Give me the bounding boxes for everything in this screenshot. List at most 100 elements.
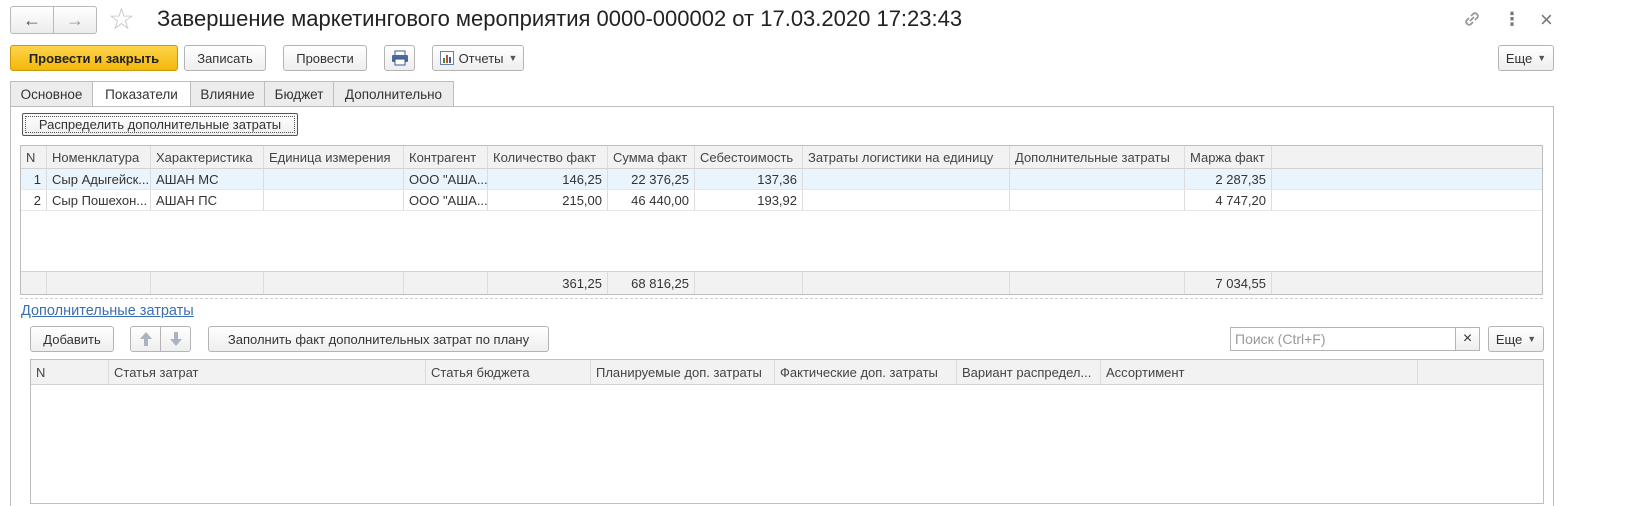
tab-label: Показатели [105,86,178,102]
row-number: 1 [21,169,47,189]
column-header[interactable]: Статья затрат [109,360,426,384]
arrow-up-icon [139,332,152,346]
column-header[interactable]: Планируемые доп. затраты [591,360,775,384]
total-cell [21,272,47,294]
counterparty-cell: ООО "АША... [404,169,488,189]
tab-main[interactable]: Основное [10,81,93,107]
quantity-cell: 146,25 [488,169,608,189]
indicators-table[interactable]: N Номенклатура Характеристика Единица из… [20,145,1543,295]
reports-button[interactable]: Отчеты ▼ [432,45,524,71]
column-header[interactable]: Характеристика [151,146,264,168]
post-and-close-button[interactable]: Провести и закрыть [10,45,178,71]
arrow-down-icon [169,332,182,346]
totals-row: 361,25 68 816,25 7 034,55 [21,271,1542,294]
more-actions-icon[interactable]: ⋮ [1503,9,1521,30]
section-divider [20,298,1543,299]
column-header[interactable]: Вариант распредел... [957,360,1101,384]
cost-cell: 193,92 [695,190,803,210]
counterparty-cell: ООО "АША... [404,190,488,210]
characteristic-cell: АШАН МС [151,169,264,189]
move-up-button[interactable] [130,326,161,352]
tab-influence[interactable]: Влияние [190,81,265,107]
logistics-cell [803,169,1010,189]
fill-fact-by-plan-label: Заполнить факт дополнительных затрат по … [227,331,530,347]
nomenclature-cell: Сыр Адыгейск... [47,169,151,189]
column-header[interactable]: Себестоимость [695,146,803,168]
tab-label: Влияние [200,86,255,102]
distribute-extra-costs-button[interactable]: Распределить дополнительные затраты [22,113,298,136]
column-header[interactable]: N [21,146,47,168]
more-button[interactable]: Еще ▼ [1498,45,1554,71]
column-header[interactable]: Сумма факт [608,146,695,168]
tab-additional[interactable]: Дополнительно [333,81,454,107]
more-label: Еще [1505,50,1533,66]
characteristic-cell: АШАН ПС [151,190,264,210]
fill-fact-by-plan-button[interactable]: Заполнить факт дополнительных затрат по … [208,326,549,352]
back-button[interactable]: ← [10,6,54,34]
link-icon[interactable] [1461,8,1483,35]
row-number: 2 [21,190,47,210]
save-button[interactable]: Записать [184,45,266,71]
printer-icon [391,50,408,66]
total-margin: 7 034,55 [1185,272,1272,294]
tab-indicators[interactable]: Показатели [92,81,191,107]
unit-cell [264,169,404,189]
back-arrow-icon: ← [23,9,41,30]
post-and-close-label: Провести и закрыть [28,50,160,66]
chevron-down-icon: ▼ [508,53,518,63]
column-header[interactable]: Номенклатура [47,146,151,168]
table-row[interactable]: 2 Сыр Пошехон... АШАН ПС ООО "АША... 215… [21,190,1542,211]
chevron-down-icon: ▼ [1537,53,1547,63]
forward-arrow-icon: → [66,9,84,30]
extra-costs-more-button[interactable]: Еще ▼ [1488,326,1544,352]
amount-cell: 46 440,00 [608,190,695,210]
unit-cell [264,190,404,210]
margin-cell: 4 747,20 [1185,190,1272,210]
nomenclature-cell: Сыр Пошехон... [47,190,151,210]
margin-cell: 2 287,35 [1185,169,1272,189]
forward-button[interactable]: → [53,6,97,34]
column-header[interactable]: N [31,360,109,384]
total-cell [1010,272,1185,294]
column-header[interactable]: Статья бюджета [426,360,591,384]
more-label: Еще [1495,331,1523,347]
total-cell [695,272,803,294]
column-header[interactable]: Единица измерения [264,146,404,168]
extra-costs-table[interactable]: N Статья затрат Статья бюджета Планируем… [30,359,1544,504]
extra-costs-cell [1010,190,1185,210]
table-row[interactable]: 1 Сыр Адыгейск... АШАН МС ООО "АША... 14… [21,169,1542,190]
column-header[interactable]: Ассортимент [1101,360,1418,384]
chevron-down-icon: ▼ [1527,334,1537,344]
reports-label: Отчеты [458,50,504,66]
total-cell [803,272,1010,294]
column-header[interactable]: Контрагент [404,146,488,168]
post-button[interactable]: Провести [283,45,367,71]
table-header: N Статья затрат Статья бюджета Планируем… [31,360,1543,385]
print-button[interactable] [384,45,415,71]
amount-cell: 22 376,25 [608,169,695,189]
total-cell [47,272,151,294]
move-down-button[interactable] [160,326,191,352]
search-input[interactable] [1230,327,1456,351]
total-cell [404,272,488,294]
total-quantity: 361,25 [488,272,608,294]
extra-costs-cell [1010,169,1185,189]
favorite-star-icon[interactable]: ☆ [108,2,135,37]
post-label: Провести [296,50,354,66]
add-button[interactable]: Добавить [30,326,114,352]
column-header[interactable]: Количество факт [488,146,608,168]
close-icon[interactable]: × [1540,7,1553,33]
column-header[interactable]: Маржа факт [1185,146,1272,168]
column-header[interactable]: Дополнительные затраты [1010,146,1185,168]
clear-search-button[interactable]: × [1455,327,1480,351]
tab-label: Основное [20,86,83,102]
tab-budget[interactable]: Бюджет [264,81,334,107]
extra-costs-link[interactable]: Дополнительные затраты [21,303,194,319]
cost-cell: 137,36 [695,169,803,189]
column-header[interactable]: Фактические доп. затраты [775,360,957,384]
quantity-cell: 215,00 [488,190,608,210]
logistics-cell [803,190,1010,210]
tab-label: Бюджет [274,86,324,102]
save-label: Записать [197,50,253,66]
column-header[interactable]: Затраты логистики на единицу [803,146,1010,168]
